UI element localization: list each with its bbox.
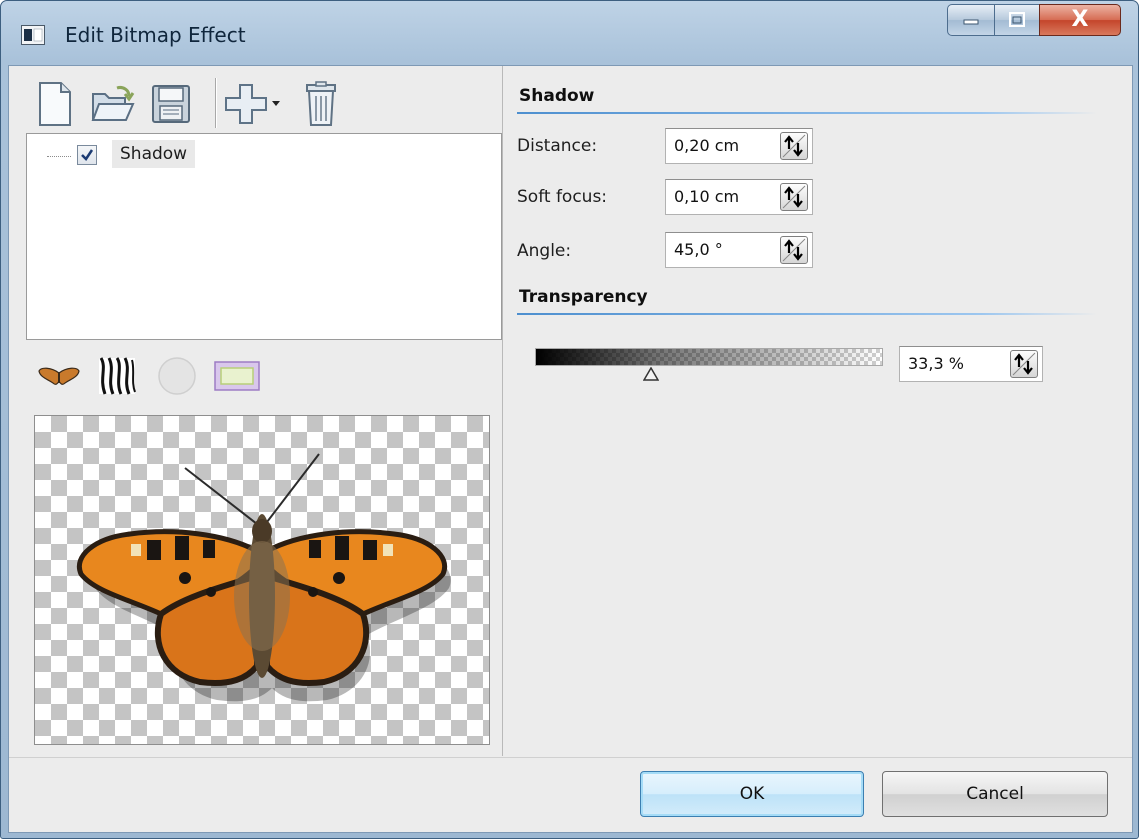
- title-bar[interactable]: Edit Bitmap Effect X: [1, 1, 1138, 65]
- save-button[interactable]: [147, 76, 195, 132]
- tree-connector: [47, 156, 71, 157]
- minimize-icon: [963, 19, 979, 25]
- circle-preview-icon: [158, 357, 196, 395]
- shadow-section-title: Shadow: [519, 86, 595, 106]
- checkmark-icon: [81, 149, 94, 161]
- shadow-effect-checkbox[interactable]: [77, 145, 97, 165]
- preview-circle-button[interactable]: [153, 356, 201, 396]
- effect-preview-canvas: [34, 415, 490, 745]
- shadow-effect-item[interactable]: Shadow: [112, 140, 196, 168]
- window-title: Edit Bitmap Effect: [65, 23, 246, 47]
- transparency-slider-thumb[interactable]: [642, 367, 659, 381]
- angle-spinner[interactable]: [780, 236, 808, 264]
- distance-value: 0,20 cm: [674, 136, 740, 155]
- properties-pane: Shadow Distance: 0,20 cm Soft focus: 0,1…: [503, 66, 1132, 756]
- trash-icon: [306, 81, 336, 126]
- soft-focus-spinner[interactable]: [780, 183, 808, 211]
- ok-button[interactable]: OK: [640, 771, 864, 817]
- zebra-preview-icon: [99, 357, 136, 395]
- transparency-section-underline: [517, 313, 1097, 315]
- new-effect-button[interactable]: [31, 76, 79, 132]
- app-window-icon: [21, 25, 45, 45]
- rectangle-preview-icon: [214, 361, 260, 391]
- distance-field[interactable]: 0,20 cm: [665, 128, 813, 164]
- dialog-client-area: Shadow Shadow Distance: 0,20 cm Soft foc…: [8, 65, 1133, 833]
- angle-value: 45,0 °: [674, 240, 723, 259]
- soft-focus-field[interactable]: 0,10 cm: [665, 179, 813, 215]
- butterfly-image: [76, 453, 451, 702]
- angle-field[interactable]: 45,0 °: [665, 232, 813, 268]
- transparency-section-title: Transparency: [519, 287, 648, 307]
- transparency-value: 33,3 %: [908, 354, 964, 373]
- butterfly-preview-icon: [38, 367, 80, 385]
- preview-butterfly-button[interactable]: [35, 356, 83, 396]
- soft-focus-value: 0,10 cm: [674, 187, 740, 206]
- open-folder-icon: [91, 86, 135, 121]
- transparency-slider-track[interactable]: [535, 348, 883, 366]
- effects-tree: Shadow: [26, 133, 502, 340]
- effects-pane: Shadow: [9, 66, 503, 756]
- open-button[interactable]: [89, 76, 137, 132]
- cancel-button[interactable]: Cancel: [882, 771, 1108, 817]
- transparency-field[interactable]: 33,3 %: [899, 346, 1043, 382]
- maximize-icon: [1009, 12, 1025, 27]
- preview-rectangle-button[interactable]: [209, 356, 265, 396]
- distance-label: Distance:: [517, 136, 598, 156]
- dialog-footer: OK Cancel: [9, 757, 1132, 833]
- angle-label: Angle:: [517, 241, 572, 261]
- toolbar-separator: [215, 78, 216, 128]
- delete-effect-button[interactable]: [297, 76, 345, 132]
- add-effect-dropdown-button[interactable]: [223, 76, 283, 132]
- minimize-button[interactable]: [947, 4, 995, 36]
- close-icon: X: [1071, 7, 1089, 32]
- dialog-window: Edit Bitmap Effect X Shadow Shadow Dista…: [0, 0, 1139, 839]
- preview-background-selector: [29, 356, 260, 396]
- spin-arrows-icon: [782, 185, 806, 209]
- spin-arrows-icon: [1012, 352, 1036, 376]
- spin-arrows-icon: [782, 238, 806, 262]
- preview-zebra-button[interactable]: [93, 356, 141, 396]
- close-button[interactable]: X: [1039, 4, 1121, 36]
- save-floppy-icon: [152, 85, 190, 123]
- add-plus-dropdown-icon: [225, 84, 280, 124]
- distance-spinner[interactable]: [780, 132, 808, 160]
- spin-arrows-icon: [782, 134, 806, 158]
- shadow-section-underline: [517, 112, 1097, 114]
- maximize-button[interactable]: [994, 4, 1040, 36]
- soft-focus-label: Soft focus:: [517, 187, 608, 207]
- transparency-spinner[interactable]: [1010, 350, 1038, 378]
- new-document-icon: [39, 82, 71, 126]
